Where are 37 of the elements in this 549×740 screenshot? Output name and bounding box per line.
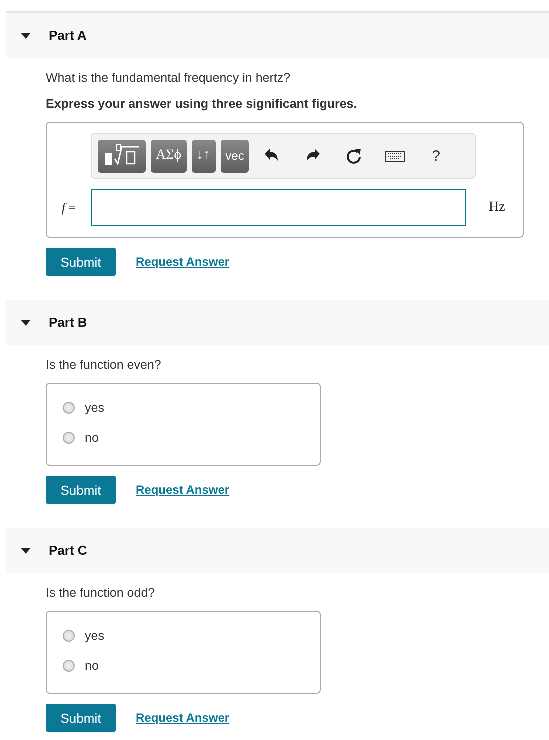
request-answer-link[interactable]: Request Answer: [136, 255, 230, 269]
request-answer-link[interactable]: Request Answer: [136, 711, 230, 725]
symbol-button[interactable]: ↓↑: [192, 140, 216, 172]
option-label: no: [85, 430, 99, 446]
part-header[interactable]: Part B: [6, 300, 549, 345]
radio-button[interactable]: [63, 660, 75, 672]
reset-icon: [346, 148, 362, 164]
option-label: no: [85, 658, 99, 674]
radio-button[interactable]: [63, 402, 75, 414]
radio-button[interactable]: [63, 432, 75, 444]
option-label: yes: [85, 400, 104, 416]
redo-icon: [306, 149, 320, 163]
symbol-button[interactable]: vec: [220, 140, 250, 172]
help-button[interactable]: ?: [418, 141, 454, 171]
part-title: Part C: [49, 543, 88, 558]
keyboard-icon: [385, 150, 406, 162]
radical-template-icon: [103, 144, 141, 168]
instruction-text: Express your answer using three significant figures.: [46, 96, 358, 112]
part-title: Part A: [49, 28, 87, 43]
question-text: Is the function odd?: [46, 585, 156, 601]
submit-button[interactable]: Submit: [46, 476, 116, 504]
option-label: yes: [85, 628, 104, 644]
question-text: What is the fundamental frequency in hertz?: [46, 70, 292, 86]
variable-label: f =: [60, 200, 78, 216]
submit-button[interactable]: Submit: [46, 248, 116, 276]
part-header[interactable]: Part A: [6, 11, 549, 58]
request-answer-link[interactable]: Request Answer: [136, 483, 230, 497]
undo-icon: [265, 149, 280, 163]
template-button[interactable]: [98, 140, 146, 172]
submit-button[interactable]: Submit: [46, 704, 116, 732]
radio-button[interactable]: [63, 630, 75, 642]
answer-field[interactable]: [91, 189, 466, 226]
part-header[interactable]: Part C: [6, 528, 549, 573]
question-text: Is the function even?: [46, 357, 162, 373]
unit-label: Hz: [489, 200, 506, 216]
part-title: Part B: [49, 315, 88, 330]
symbol-button[interactable]: ΑΣϕ: [151, 140, 187, 172]
